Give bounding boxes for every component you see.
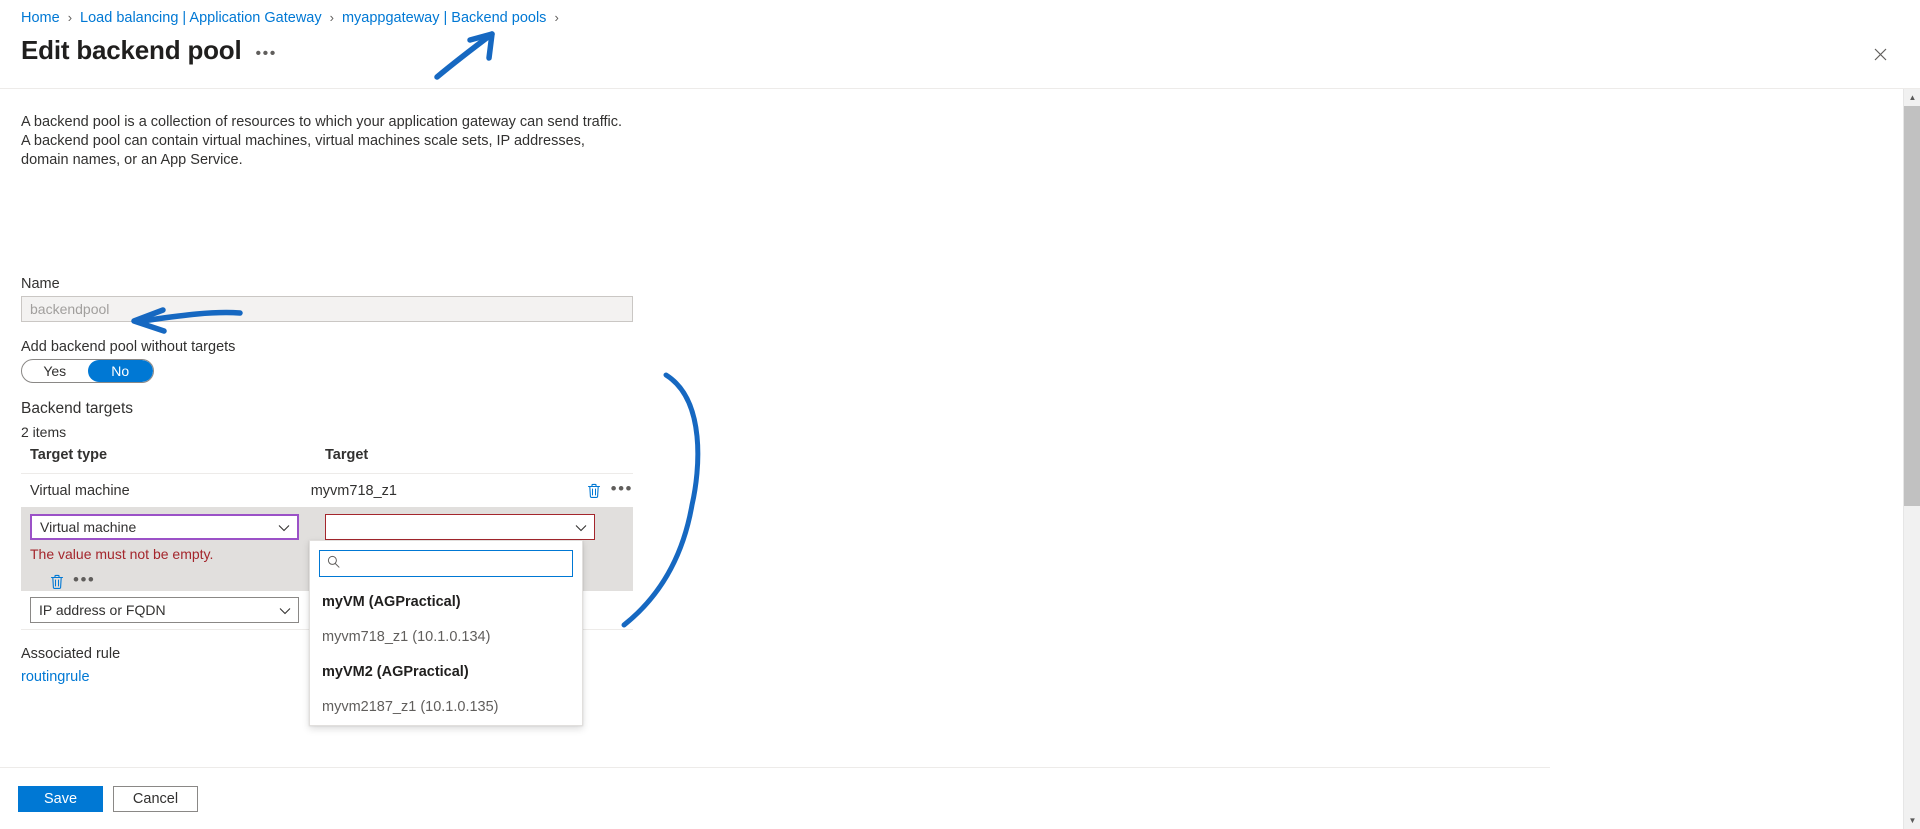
- target-dropdown[interactable]: [325, 514, 595, 540]
- blade-content: A backend pool is a collection of resour…: [0, 89, 1550, 729]
- scrollbar-thumb[interactable]: [1904, 106, 1920, 506]
- breadcrumb-separator-icon: ›: [67, 10, 73, 25]
- breadcrumb-separator-icon: ›: [554, 10, 559, 25]
- trash-icon[interactable]: [48, 573, 65, 591]
- chevron-down-icon: [575, 519, 587, 535]
- dropdown-search-wrap: [310, 550, 582, 585]
- add-pool-without-targets-label: Add backend pool without targets: [21, 339, 236, 355]
- more-actions-icon[interactable]: •••: [73, 571, 95, 589]
- new-target-type-dropdown[interactable]: IP address or FQDN: [30, 597, 299, 623]
- cell-target: myvm718_z1: [310, 482, 397, 499]
- table-header-row: Target type Target: [21, 447, 633, 473]
- new-target-type-value: IP address or FQDN: [39, 602, 166, 618]
- more-actions-icon[interactable]: •••: [611, 480, 633, 498]
- target-dropdown-menu: myVM (AGPractical) myvm718_z1 (10.1.0.13…: [309, 540, 583, 726]
- breadcrumb: Home › Load balancing | Application Gate…: [21, 8, 567, 28]
- dropdown-option-item[interactable]: myvm718_z1 (10.1.0.134): [310, 620, 582, 655]
- save-button[interactable]: Save: [18, 786, 103, 812]
- dropdown-option-group[interactable]: myVM2 (AGPractical): [310, 655, 582, 690]
- name-input[interactable]: [21, 296, 633, 322]
- close-icon[interactable]: [1864, 38, 1896, 70]
- trash-icon[interactable]: [586, 482, 603, 500]
- chevron-down-icon: [278, 519, 290, 535]
- title-row: Edit backend pool •••: [21, 33, 277, 67]
- cell-target-type-editor: Virtual machine The value must not be em…: [30, 514, 325, 569]
- dropdown-search-input[interactable]: [345, 551, 572, 576]
- column-header-target: Target: [325, 447, 369, 463]
- cell-target-editor: [325, 514, 595, 540]
- cancel-button[interactable]: Cancel: [113, 786, 198, 812]
- associated-rule-link[interactable]: routingrule: [21, 669, 90, 685]
- vertical-scrollbar[interactable]: ▲ ▼: [1903, 89, 1920, 829]
- scroll-up-arrow-icon[interactable]: ▲: [1904, 89, 1920, 106]
- cell-target-type: Virtual machine: [30, 482, 130, 499]
- breadcrumb-item-myappgateway-backend-pools[interactable]: myappgateway | Backend pools: [342, 8, 546, 28]
- target-type-dropdown[interactable]: Virtual machine: [30, 514, 299, 540]
- breadcrumb-item-home[interactable]: Home: [21, 8, 60, 28]
- row-actions: •••: [48, 571, 95, 591]
- add-pool-without-targets-toggle[interactable]: Yes No: [21, 359, 154, 383]
- blade-description: A backend pool is a collection of resour…: [21, 114, 623, 168]
- row-actions: •••: [586, 480, 633, 500]
- backend-targets-heading: Backend targets: [21, 400, 134, 417]
- associated-rule-label: Associated rule: [21, 646, 121, 662]
- column-header-target-type: Target type: [30, 447, 108, 463]
- toggle-option-no[interactable]: No: [87, 360, 153, 382]
- breadcrumb-item-load-balancing[interactable]: Load balancing | Application Gateway: [80, 8, 322, 28]
- dropdown-option-group[interactable]: myVM (AGPractical): [310, 585, 582, 620]
- dropdown-option-item[interactable]: myvm2187_z1 (10.1.0.135): [310, 690, 582, 725]
- blade-footer: Save Cancel: [0, 767, 1550, 829]
- validation-error-message: The value must not be empty.: [30, 546, 214, 562]
- more-actions-icon[interactable]: •••: [256, 45, 277, 63]
- name-label: Name: [21, 276, 60, 292]
- scroll-down-arrow-icon[interactable]: ▼: [1904, 812, 1920, 829]
- edit-backend-pool-blade: Home › Load balancing | Application Gate…: [0, 0, 1920, 829]
- search-icon: [327, 555, 340, 573]
- items-count: 2 items: [21, 424, 67, 440]
- table-row[interactable]: Virtual machine myvm718_z1 •••: [21, 474, 633, 507]
- toggle-option-yes[interactable]: Yes: [22, 360, 88, 382]
- target-type-dropdown-value: Virtual machine: [40, 519, 137, 535]
- page-title: Edit backend pool: [21, 35, 242, 65]
- breadcrumb-separator-icon: ›: [329, 10, 334, 25]
- dropdown-search-box[interactable]: [319, 550, 573, 577]
- chevron-down-icon: [279, 602, 291, 618]
